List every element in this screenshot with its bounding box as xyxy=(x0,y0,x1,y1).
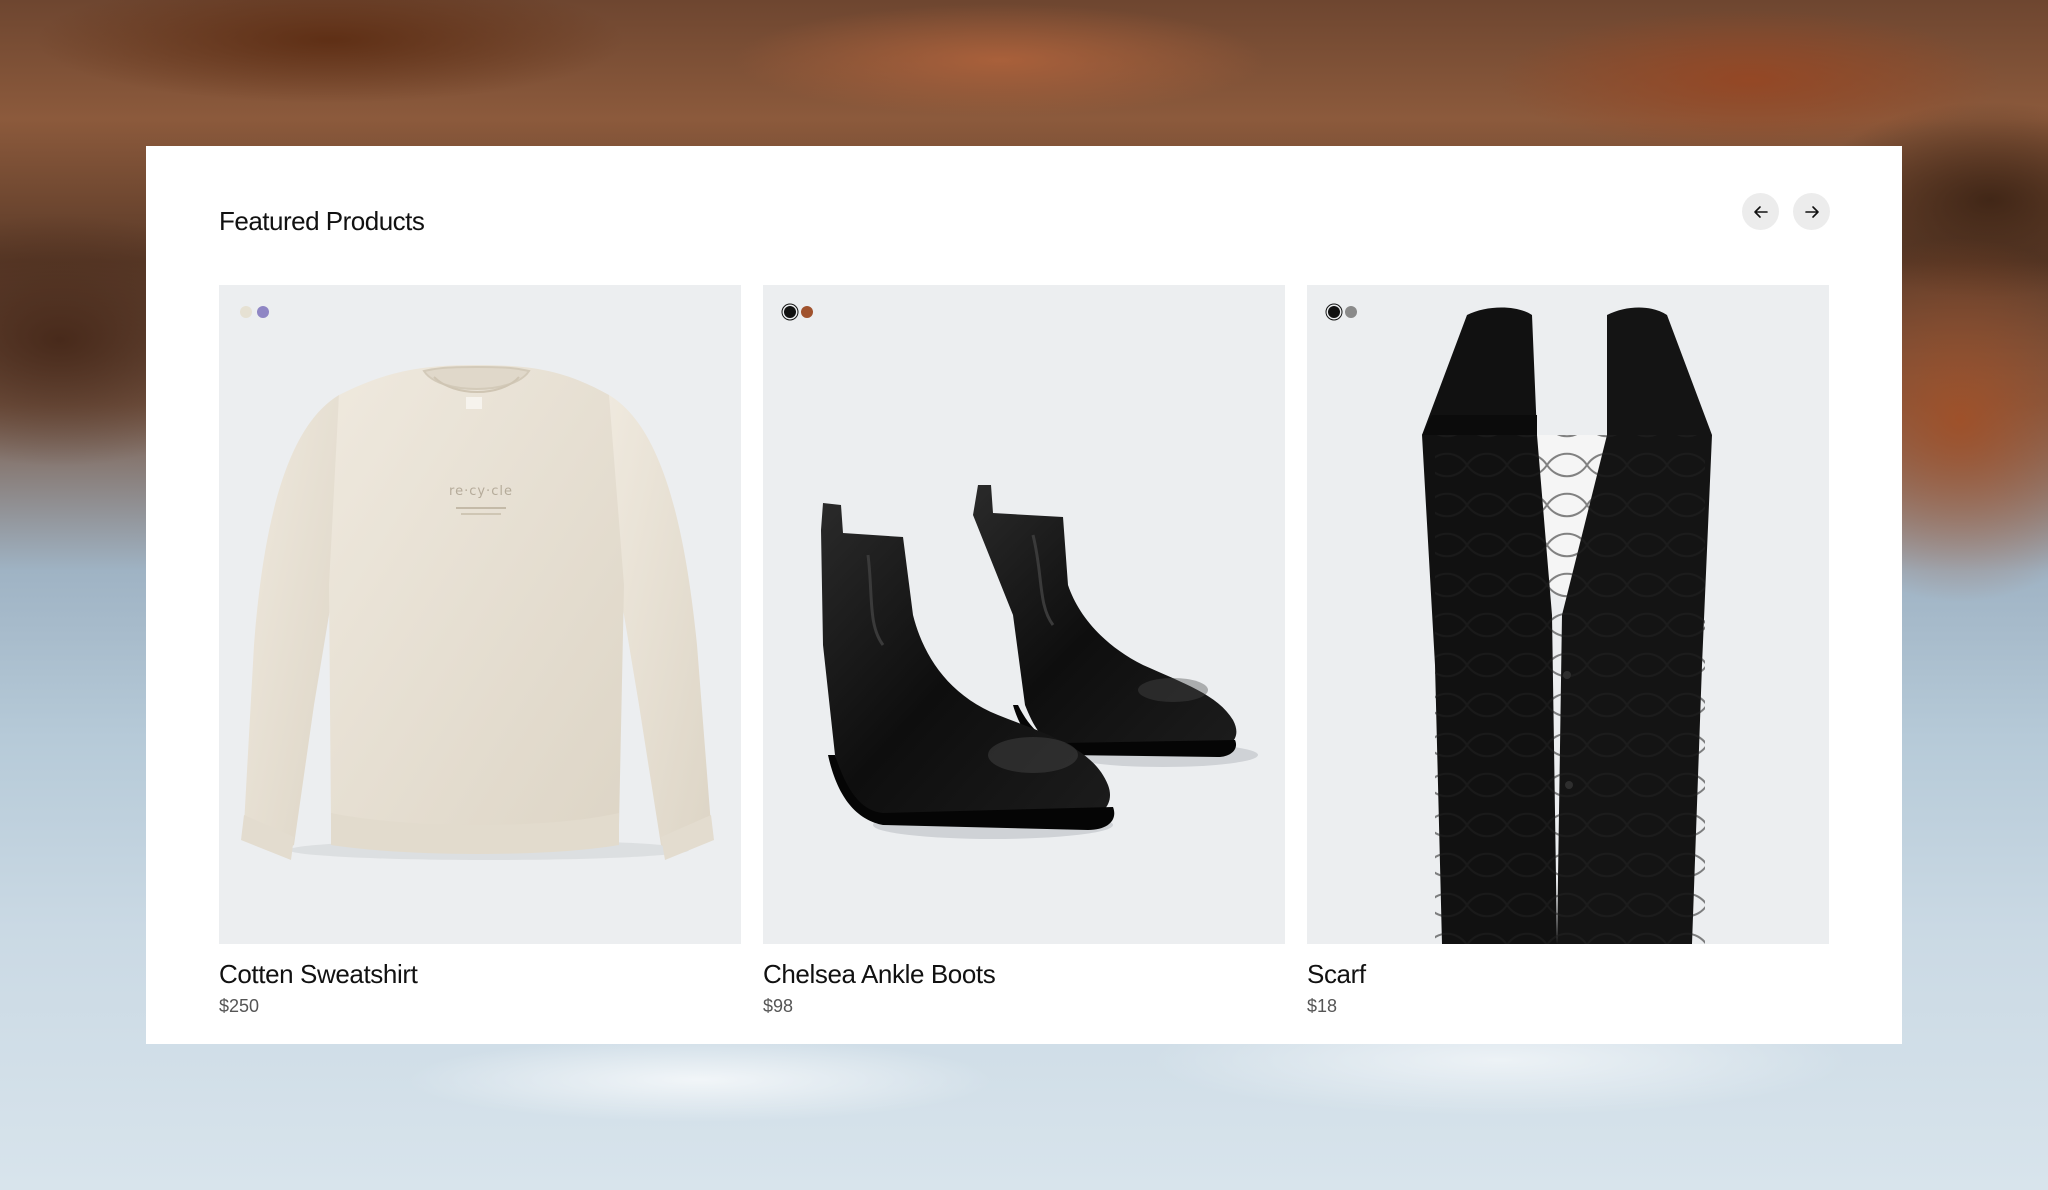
product-carousel: re·cy·cle Cotten Sweatshirt $250 Chelsea… xyxy=(219,285,1829,1017)
arrow-right-icon xyxy=(1804,205,1819,218)
product-name[interactable]: Scarf xyxy=(1307,959,1829,990)
color-swatch[interactable] xyxy=(257,306,269,318)
product-price: $18 xyxy=(1307,996,1338,1016)
color-swatches xyxy=(1328,306,1357,318)
product-name[interactable]: Cotten Sweatshirt xyxy=(219,959,741,990)
color-swatch[interactable] xyxy=(784,306,796,318)
color-swatch[interactable] xyxy=(1345,306,1357,318)
scarf-image xyxy=(1422,307,1712,944)
product-image[interactable] xyxy=(763,285,1285,944)
previous-button[interactable] xyxy=(1742,193,1779,230)
product-card[interactable]: re·cy·cle Cotten Sweatshirt $250 xyxy=(219,285,741,1017)
section-title: Featured Products xyxy=(219,206,425,236)
product-card[interactable]: Chelsea Ankle Boots $98 xyxy=(763,285,1285,1017)
sweatshirt-print-text: re·cy·cle xyxy=(449,484,513,499)
color-swatch[interactable] xyxy=(801,306,813,318)
product-price: $98 xyxy=(763,996,794,1016)
product-image[interactable]: re·cy·cle xyxy=(219,285,741,944)
carousel-navigation xyxy=(1742,193,1830,230)
product-image[interactable] xyxy=(1307,285,1829,944)
product-name[interactable]: Chelsea Ankle Boots xyxy=(763,959,1285,990)
boots-image xyxy=(821,485,1258,839)
product-price: $250 xyxy=(219,996,260,1016)
arrow-left-icon xyxy=(1753,205,1768,218)
featured-products-panel: Featured Products re·cy·cle Cotten Sweat… xyxy=(146,146,1902,1044)
product-card[interactable]: Scarf $18 xyxy=(1307,285,1829,1017)
color-swatch[interactable] xyxy=(1328,306,1340,318)
color-swatches xyxy=(240,306,269,318)
color-swatches xyxy=(784,306,813,318)
sweatshirt-image: re·cy·cle xyxy=(241,365,714,860)
next-button[interactable] xyxy=(1793,193,1830,230)
color-swatch[interactable] xyxy=(240,306,252,318)
